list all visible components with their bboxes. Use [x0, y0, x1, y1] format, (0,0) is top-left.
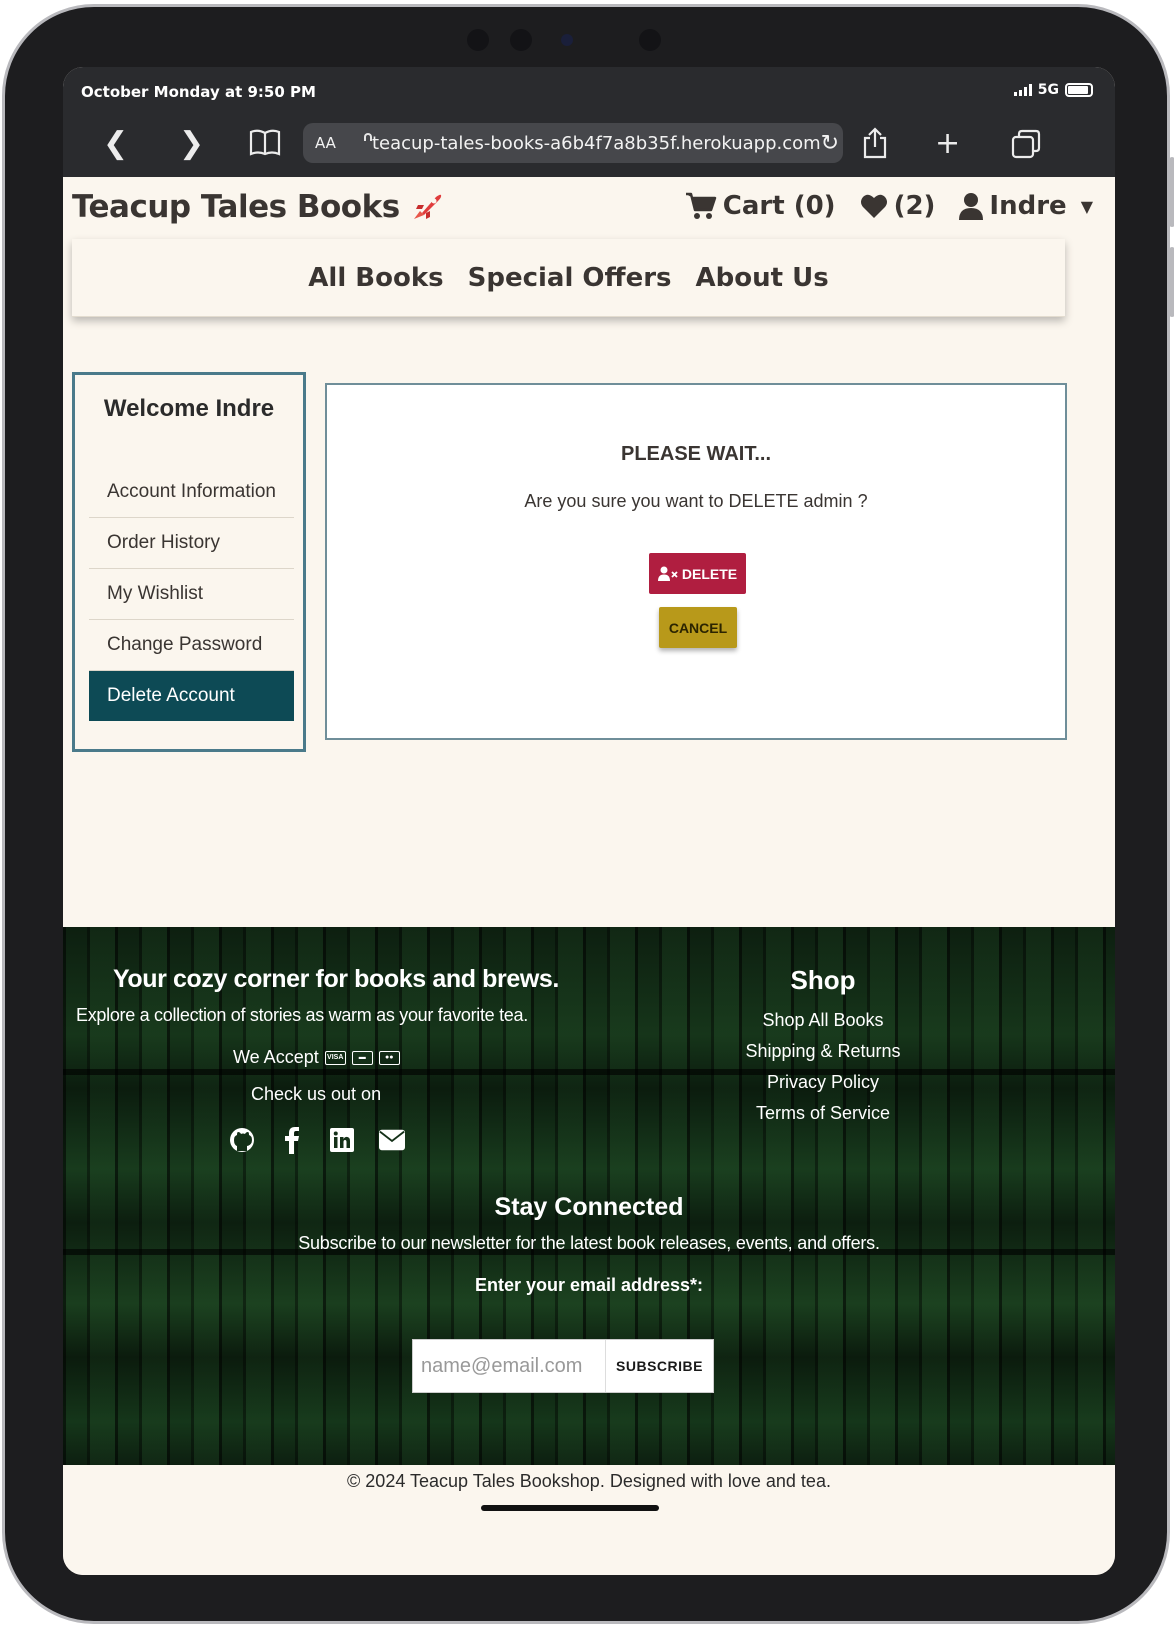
wishlist-count: (2): [893, 191, 936, 221]
sidebar-item-delete-account[interactable]: Delete Account: [89, 671, 294, 721]
linkedin-icon[interactable]: [329, 1127, 355, 1153]
user-menu[interactable]: Indre ▼: [959, 191, 1093, 221]
home-indicator[interactable]: [481, 1505, 659, 1511]
signal-icon: [1013, 84, 1032, 96]
address-bar[interactable]: AA teacup-tales-books-a6b4f7a8b35f.herok…: [303, 123, 843, 163]
screen: October Monday at 9:50 PM 5G ❮ ❯ AA teac…: [63, 67, 1115, 1575]
subscribe-button[interactable]: SUBSCRIBE: [605, 1340, 713, 1392]
delete-confirm-card: PLEASE WAIT... Are you sure you want to …: [325, 383, 1067, 740]
social-links: [229, 1127, 405, 1154]
sidebar-title: Welcome Indre: [103, 395, 275, 422]
shelf-divider: [63, 1069, 1115, 1075]
credit-card-icon: ▬: [351, 1050, 373, 1065]
visa-icon: VISA: [324, 1050, 346, 1065]
payment-methods: We Accept VISA ▬ ●●: [233, 1047, 400, 1068]
main-nav: All Books Special Offers About Us: [72, 239, 1065, 317]
dialog-title: PLEASE WAIT...: [620, 443, 772, 465]
new-tab-icon[interactable]: +: [935, 129, 960, 159]
header-actions: Cart (0) (2) Indre ▼: [685, 191, 1093, 221]
footer-link-privacy[interactable]: Privacy Policy: [713, 1067, 933, 1098]
footer-subtitle: Explore a collection of stories as warm …: [76, 1005, 528, 1025]
browser-toolbar: ❮ ❯ AA teacup-tales-books-a6b4f7a8b35f.h…: [63, 117, 1115, 177]
facebook-icon[interactable]: [279, 1127, 305, 1154]
delete-button[interactable]: DELETE: [649, 553, 746, 594]
site-logo[interactable]: Teacup Tales Books: [72, 189, 444, 225]
status-indicators: 5G: [1013, 82, 1093, 98]
sensor-icon: [467, 29, 489, 51]
site-footer: Your cozy corner for books and brews. Ex…: [63, 927, 1115, 1465]
status-time: October Monday at 9:50 PM: [81, 83, 316, 101]
github-icon[interactable]: [229, 1127, 255, 1153]
cart-label: Cart (0): [722, 191, 836, 221]
mastercard-icon: ●●: [378, 1050, 400, 1065]
dialog-message: Are you sure you want to DELETE admin ?: [524, 491, 868, 511]
forward-icon[interactable]: ❯: [179, 129, 204, 159]
camera-housing: [5, 29, 1167, 53]
user-icon: [959, 193, 984, 220]
reload-icon[interactable]: ↻: [821, 131, 839, 156]
share-icon[interactable]: [861, 127, 889, 165]
delete-button-label: DELETE: [681, 565, 738, 582]
footer-link-shipping[interactable]: Shipping & Returns: [713, 1036, 933, 1067]
tablet-frame: October Monday at 9:50 PM 5G ❮ ❯ AA teac…: [2, 4, 1174, 1624]
rocket-icon: [413, 194, 441, 219]
user-name: Indre: [989, 191, 1067, 221]
newsletter-form: SUBSCRIBE: [412, 1339, 714, 1393]
check-us-label: Check us out on: [251, 1084, 382, 1104]
shop-heading: Shop: [790, 965, 856, 995]
text-size-button[interactable]: AA: [315, 134, 336, 152]
site-header: Teacup Tales Books Cart (0) (2) Indre ▼: [63, 177, 1115, 241]
back-icon[interactable]: ❮: [103, 129, 128, 159]
network-label: 5G: [1037, 82, 1059, 98]
envelope-icon[interactable]: [379, 1127, 405, 1153]
heart-icon: [860, 194, 887, 218]
copyright-text: © 2024 Teacup Tales Bookshop. Designed w…: [347, 1471, 831, 1491]
battery-icon: [1065, 83, 1093, 97]
cancel-button[interactable]: CANCEL: [659, 607, 737, 648]
footer-tagline: Your cozy corner for books and brews.: [113, 965, 559, 993]
nav-all-books[interactable]: All Books: [308, 263, 443, 293]
user-delete-icon: [657, 566, 678, 581]
account-sidebar: Welcome Indre Account Information Order …: [72, 372, 306, 752]
sidebar-item-account-information[interactable]: Account Information: [89, 467, 294, 518]
sensor-icon: [639, 29, 661, 51]
sensor-icon: [510, 29, 532, 51]
wishlist-link[interactable]: (2): [860, 191, 936, 221]
status-bar: October Monday at 9:50 PM 5G: [63, 67, 1115, 117]
volume-button: [1169, 157, 1174, 227]
tabs-icon[interactable]: [1011, 129, 1041, 165]
email-field[interactable]: [413, 1340, 605, 1392]
newsletter-heading: Stay Connected: [494, 1193, 684, 1221]
sidebar-item-my-wishlist[interactable]: My Wishlist: [89, 569, 294, 620]
email-label: Enter your email address*:: [474, 1275, 704, 1295]
footer-link-terms[interactable]: Terms of Service: [713, 1098, 933, 1129]
brand-name: Teacup Tales Books: [72, 189, 400, 225]
sidebar-item-change-password[interactable]: Change Password: [89, 620, 294, 671]
cart-link[interactable]: Cart (0): [685, 191, 836, 221]
camera-icon: [561, 34, 573, 46]
account-menu: Account Information Order History My Wis…: [89, 467, 294, 721]
nav-about-us[interactable]: About Us: [696, 263, 829, 293]
accept-label: We Accept: [233, 1047, 319, 1067]
volume-button: [1169, 247, 1174, 317]
copyright-bar: © 2024 Teacup Tales Bookshop. Designed w…: [63, 1465, 1115, 1575]
shop-links: Shop All Books Shipping & Returns Privac…: [713, 1005, 933, 1129]
newsletter-text: Subscribe to our newsletter for the late…: [298, 1233, 880, 1253]
sidebar-item-order-history[interactable]: Order History: [89, 518, 294, 569]
bookmarks-icon[interactable]: [249, 127, 281, 163]
footer-link-shop-all[interactable]: Shop All Books: [713, 1005, 933, 1036]
chevron-down-icon: ▼: [1080, 196, 1093, 216]
nav-special-offers[interactable]: Special Offers: [468, 263, 672, 293]
cart-icon: [685, 192, 717, 219]
url-text[interactable]: teacup-tales-books-a6b4f7a8b35f.herokuap…: [372, 133, 821, 154]
